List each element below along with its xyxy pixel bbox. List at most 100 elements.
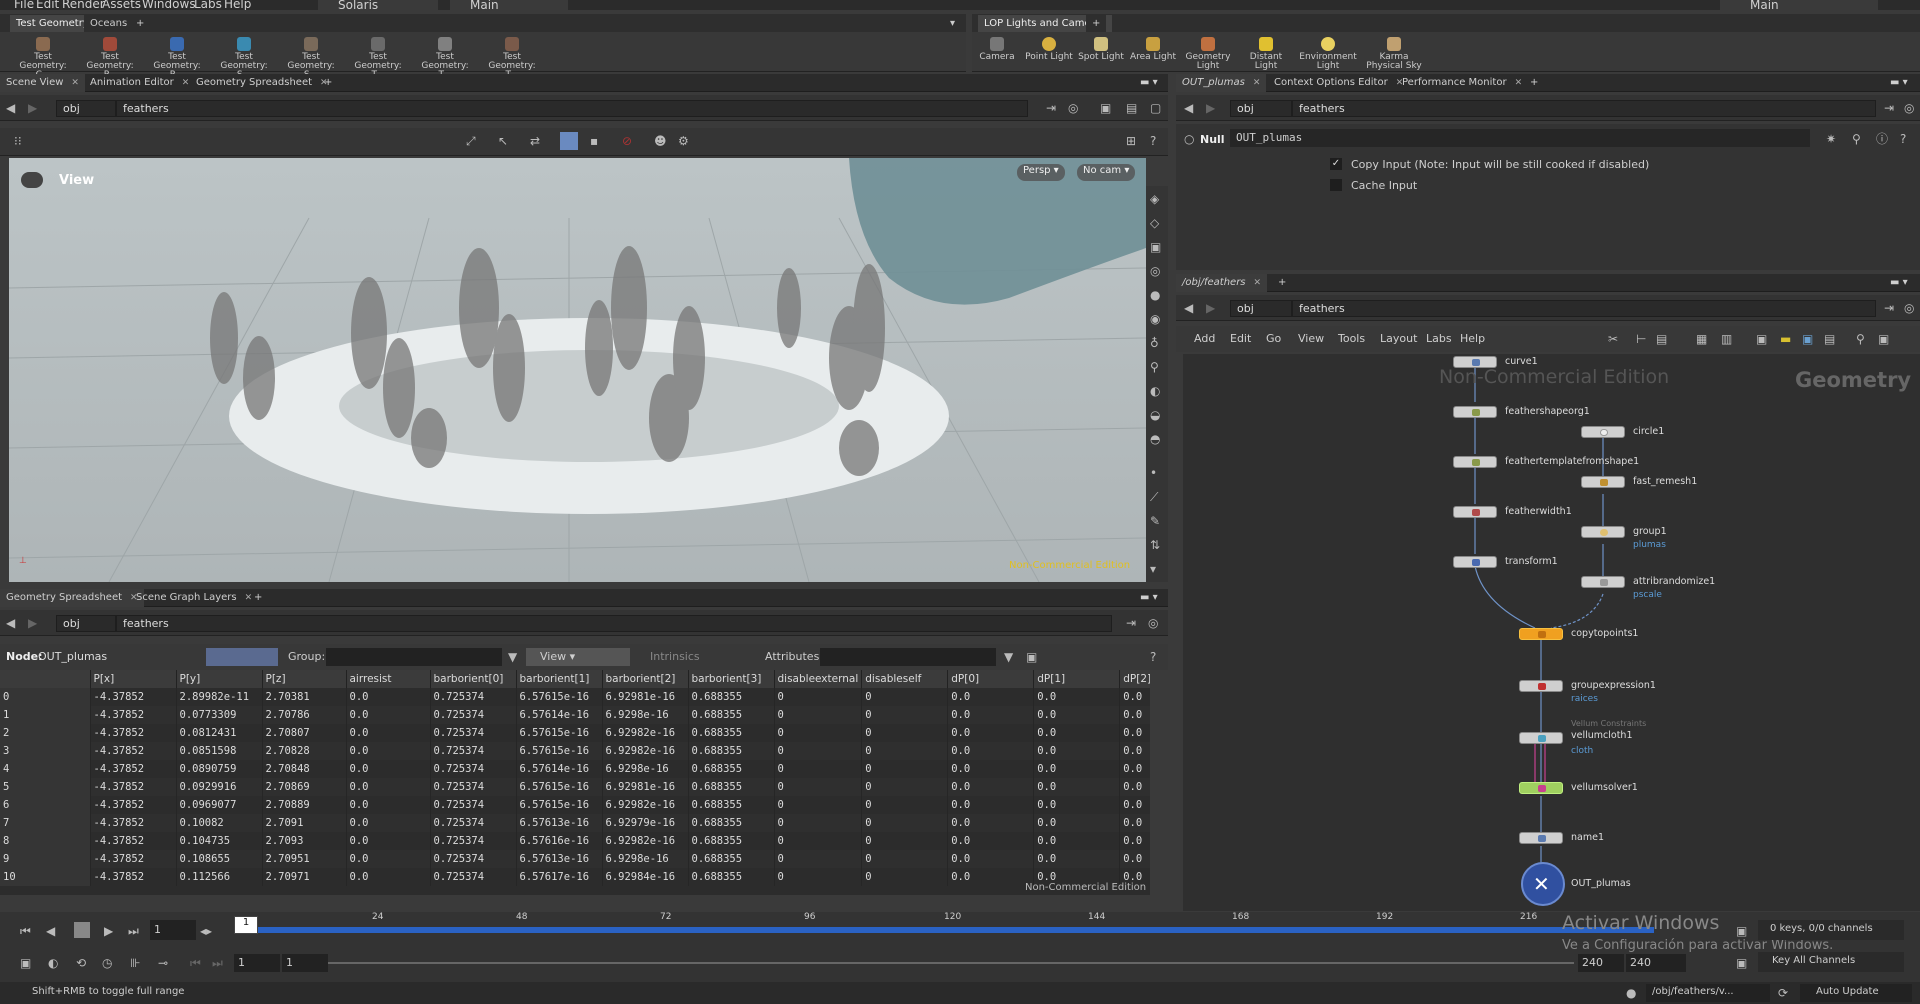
menu-file[interactable]: File <box>14 0 34 10</box>
table-row[interactable]: 5 -4.37852 0.0929916 2.70869 0.0 0.725374 6.57… <box>0 778 1150 796</box>
side-tool-icon[interactable]: ● <box>1150 288 1160 302</box>
tools-icon[interactable]: ✂ <box>1608 332 1618 346</box>
help-icon[interactable]: ? <box>1900 132 1906 146</box>
range-icon[interactable]: ⊪ <box>130 956 140 970</box>
path-node[interactable]: feathers <box>116 100 1028 117</box>
view-options-icon[interactable]: ⊞ <box>1126 134 1136 148</box>
column-header[interactable]: dP[1] <box>1033 670 1121 688</box>
forward-arrow-icon[interactable]: ▶ <box>28 101 37 115</box>
menu-render[interactable]: Render <box>62 0 105 10</box>
network-select[interactable]: Main <box>450 0 568 10</box>
tool-test-geometry-s[interactable]: Test Geometry: S... <box>213 35 275 80</box>
path-obj[interactable]: obj <box>56 615 116 632</box>
back-arrow-icon[interactable]: ◀ <box>6 101 15 115</box>
prev-key-icon[interactable]: ⏮ <box>190 956 201 970</box>
jump-end-icon[interactable]: ⏭ <box>128 924 139 938</box>
help-icon[interactable]: ? <box>1150 650 1156 664</box>
end-frame-field-2[interactable]: 240 <box>1626 954 1686 972</box>
column-header[interactable]: dP[0] <box>947 670 1035 688</box>
pin-icon[interactable]: ⇥ <box>1126 616 1136 630</box>
help-icon[interactable]: ? <box>1150 134 1156 148</box>
side-tool-icon[interactable]: ◓ <box>1150 432 1160 446</box>
column-header[interactable]: disableself <box>861 670 949 688</box>
attributes-field[interactable] <box>820 648 996 666</box>
close-icon[interactable]: ✕ <box>1254 278 1262 288</box>
path-node[interactable]: feathers <box>116 615 1112 632</box>
view-camera-icon[interactable] <box>21 172 43 188</box>
background-icon[interactable]: ▤ <box>1824 332 1835 346</box>
net-menu-edit[interactable]: Edit <box>1230 332 1251 345</box>
attribute-class-toggles[interactable] <box>206 648 278 666</box>
back-arrow-icon[interactable]: ◀ <box>6 616 15 630</box>
table-row[interactable]: 6 -4.37852 0.0969077 2.70889 0.0 0.725374 6.57… <box>0 796 1150 814</box>
link-icon[interactable]: ◎ <box>1904 301 1914 315</box>
table-row[interactable]: 0 -4.37852 2.89982e-11 2.70381 0.0 0.725374 6.… <box>0 688 1150 706</box>
tab-scene-graph-layers[interactable]: Scene Graph Layers ✕ <box>130 589 258 607</box>
tool-camera[interactable]: Camera <box>972 35 1022 71</box>
add-shelf-tab-button[interactable]: + <box>130 15 151 32</box>
image-icon[interactable]: ▣ <box>1802 332 1813 346</box>
settings-icon[interactable]: ⚙ <box>678 134 689 148</box>
search-icon[interactable]: ⚲ <box>1856 332 1865 346</box>
grid-menu-icon[interactable]: ⁝⁝ <box>14 134 22 148</box>
table-row[interactable]: 9 -4.37852 0.108655 2.70951 0.0 0.725374 6.576… <box>0 850 1150 868</box>
tool-test-geometry-s2[interactable]: Test Geometry: S... <box>280 35 342 80</box>
side-tool-icon[interactable]: ⟋ <box>1150 490 1158 504</box>
add-shelf-tab-button-right[interactable]: + <box>1086 15 1107 32</box>
node-fast-remesh1[interactable] <box>1581 476 1625 488</box>
node-featherwidth1[interactable] <box>1453 506 1497 518</box>
tool-spot-light[interactable]: Spot Light <box>1076 35 1126 71</box>
tool-test-geometry-p[interactable]: Test Geometry: P... <box>79 35 141 80</box>
column-header[interactable]: barborient[0] <box>430 670 517 688</box>
side-tool-icon[interactable]: ◈ <box>1150 192 1159 206</box>
scene-viewport[interactable]: View Persp ▾ No cam ▾ Non-Commercial Edi… <box>9 158 1146 582</box>
close-icon[interactable]: ✕ <box>1515 78 1523 88</box>
table-row[interactable]: 10 -4.37852 0.112566 2.70971 0.0 0.725374 6.57… <box>0 868 1150 886</box>
net-menu-go[interactable]: Go <box>1266 332 1281 345</box>
table-row[interactable]: 3 -4.37852 0.0851598 2.70828 0.0 0.725374 6.57… <box>0 742 1150 760</box>
pin-icon[interactable]: ⇥ <box>1046 101 1056 115</box>
net-menu-help[interactable]: Help <box>1460 332 1485 345</box>
camera-icon[interactable]: ▣ <box>1878 332 1889 346</box>
shelf-menu-icon[interactable]: ▾ <box>944 15 962 32</box>
node-out-plumas[interactable]: ✕ <box>1521 862 1565 906</box>
intrinsics-select[interactable]: Intrinsics <box>650 650 700 663</box>
key-icon[interactable]: ⊸ <box>158 956 168 970</box>
list-icon[interactable]: ▤ <box>1656 332 1667 346</box>
node-name1[interactable] <box>1519 832 1563 844</box>
close-icon[interactable]: ✕ <box>71 78 79 88</box>
back-arrow-icon[interactable]: ◀ <box>1184 101 1193 115</box>
tool-test-geometry-t[interactable]: Test Geometry: T... <box>347 35 409 80</box>
node-copytopoints1[interactable] <box>1519 628 1563 640</box>
column-header[interactable] <box>0 670 91 688</box>
start-frame-field-2[interactable]: 1 <box>282 954 328 972</box>
node-group1[interactable] <box>1581 526 1625 538</box>
side-tool-icon[interactable]: ◇ <box>1150 216 1159 230</box>
node-feathershapeorg1[interactable] <box>1453 406 1497 418</box>
tab-out-plumas[interactable]: OUT_plumas ✕ <box>1176 74 1267 92</box>
search-icon[interactable]: ⚲ <box>1852 132 1861 146</box>
column-header[interactable]: P[y] <box>176 670 263 688</box>
pick-tool-icon[interactable]: ↖ <box>498 134 508 148</box>
add-tab-button[interactable]: + <box>248 589 268 607</box>
pane-menu-icon[interactable]: ▬ ▾ <box>1134 589 1164 607</box>
step-back-icon[interactable]: ◀ <box>46 924 55 938</box>
tool-test-geometry-t2[interactable]: Test Geometry: T... <box>414 35 476 80</box>
select-tool-icon[interactable]: ⤢ <box>466 134 476 148</box>
column-header[interactable]: barborient[1] <box>516 670 603 688</box>
node-name-field[interactable]: OUT_plumas <box>1230 129 1810 147</box>
side-tool-icon[interactable]: ▾ <box>1150 562 1156 576</box>
display-mode-icon[interactable]: ▪ <box>590 134 598 148</box>
right-desktop-select[interactable]: Main <box>1720 0 1878 10</box>
path-obj[interactable]: obj <box>56 100 116 117</box>
start-frame-field[interactable]: 1 <box>234 954 280 972</box>
tab-scene-view[interactable]: Scene View ✕ <box>0 74 85 92</box>
tool-test-geometry-t3[interactable]: Test Geometry: T... <box>481 35 543 80</box>
tab-geometry-spreadsheet-2[interactable]: Geometry Spreadsheet ✕ <box>0 589 144 607</box>
update-mode-select[interactable]: Auto Update <box>1800 984 1912 1002</box>
refresh-icon[interactable]: ⟳ <box>1778 986 1788 1000</box>
clock-icon[interactable]: ◷ <box>102 956 112 970</box>
gear-icon[interactable]: ✷ <box>1826 132 1836 146</box>
audio-icon[interactable]: ◐ <box>48 956 58 970</box>
link-icon[interactable]: ◎ <box>1068 101 1078 115</box>
